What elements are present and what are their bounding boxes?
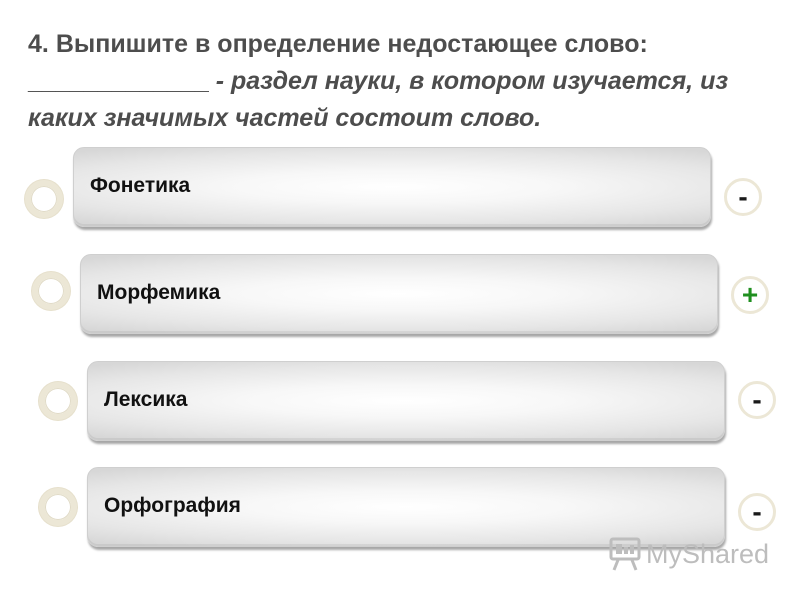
presentation-board-icon [609, 537, 641, 571]
option-label-1: Фонетика [90, 174, 191, 197]
watermark-text: MyShared [646, 538, 770, 569]
option-label-4: Орфография [104, 494, 241, 517]
option-card-3[interactable]: Лексика [87, 361, 725, 441]
option-card-1[interactable]: Фонетика [73, 147, 711, 227]
answer-blank: _____________ [28, 67, 209, 95]
option-radio-3[interactable] [39, 382, 77, 420]
option-mark-4: - [738, 493, 776, 531]
question-number: 4. [28, 30, 49, 58]
option-mark-1: - [724, 178, 762, 216]
option-mark-3: - [738, 381, 776, 419]
option-label-2: Морфемика [97, 281, 221, 304]
question-text: 4. Выпишите в определение недостающее сл… [28, 26, 768, 137]
option-radio-4[interactable] [39, 488, 77, 526]
option-label-3: Лексика [104, 388, 188, 411]
option-radio-1[interactable] [25, 180, 63, 218]
option-card-4[interactable]: Орфография [87, 467, 725, 547]
option-radio-2[interactable] [32, 272, 70, 310]
option-mark-2: + [731, 276, 769, 314]
question-prompt: Выпишите в определение недостающее слово… [55, 30, 648, 58]
watermark: MyShared [608, 536, 769, 572]
option-card-2[interactable]: Морфемика [80, 254, 718, 334]
